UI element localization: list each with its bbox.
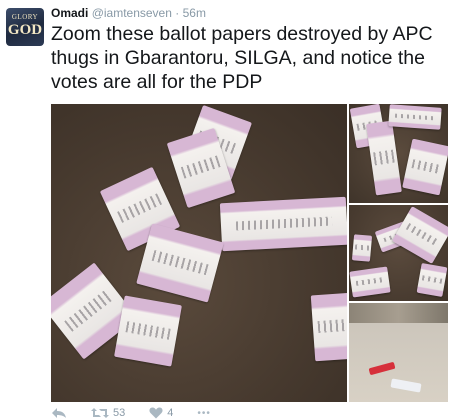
retweet-icon [91, 408, 109, 418]
tweet-text: Zoom these ballot papers destroyed by AP… [51, 23, 433, 93]
ballot-paper [416, 262, 448, 298]
timestamp[interactable]: 56m [183, 6, 206, 20]
media-grid [51, 104, 448, 402]
ballot-paper [349, 266, 391, 298]
ballot-paper [388, 104, 442, 130]
retweet-button[interactable]: 53 [91, 407, 125, 419]
more-icon: ••• [197, 407, 211, 419]
tweet-header: Omadi @iamtenseven · 56m [51, 6, 206, 20]
ballot-paper [136, 223, 224, 303]
avatar[interactable]: GLORY GOD [6, 8, 44, 46]
photo-thumbnail-2[interactable] [349, 205, 448, 301]
like-count: 4 [167, 407, 174, 419]
avatar-label-top: GLORY [11, 13, 39, 21]
photo-thumbnail-1[interactable] [349, 104, 448, 203]
heart-icon [149, 407, 163, 419]
display-name[interactable]: Omadi [51, 6, 88, 20]
debris [368, 361, 396, 376]
photo-thumbnail-3[interactable] [349, 303, 448, 402]
wall [349, 303, 448, 323]
reply-icon [52, 408, 66, 418]
debris [390, 378, 422, 393]
ballot-paper [402, 138, 448, 196]
ballot-paper [366, 120, 402, 196]
more-button[interactable]: ••• [197, 408, 211, 419]
user-handle[interactable]: @iamtenseven [92, 6, 172, 20]
ballot-paper [310, 292, 347, 362]
avatar-label-main: GOD [7, 22, 43, 38]
like-button[interactable]: 4 [149, 407, 173, 419]
photo-main[interactable] [51, 104, 347, 402]
separator: · [175, 6, 180, 20]
tweet-actions: 53 4 ••• [51, 406, 235, 420]
ballot-paper [114, 295, 182, 367]
ballot-paper [392, 206, 448, 264]
ballot-paper [219, 196, 347, 252]
ballot-paper [351, 234, 373, 262]
retweet-count: 53 [113, 407, 126, 419]
reply-button[interactable] [51, 407, 67, 419]
